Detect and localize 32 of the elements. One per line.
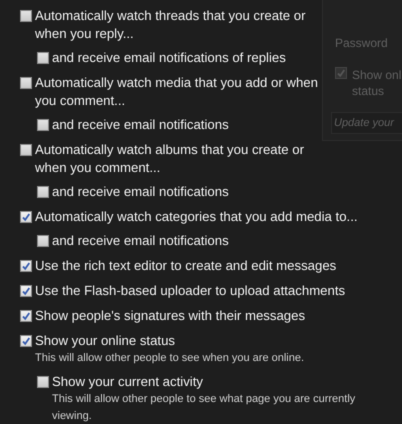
checkbox[interactable] bbox=[37, 376, 49, 388]
option-label: Use the Flash-based uploader to upload attachments bbox=[35, 282, 346, 300]
checkbox[interactable] bbox=[20, 10, 32, 22]
password-label: Password bbox=[335, 36, 388, 50]
option-label: Automatically watch albums that you create or when you comment... bbox=[35, 141, 306, 177]
checkbox[interactable] bbox=[20, 335, 32, 347]
checkbox[interactable] bbox=[20, 260, 32, 272]
option-label: Automatically watch categories that you add media to... bbox=[35, 208, 358, 226]
option-label: Use the rich text editor to create and edit messages bbox=[35, 257, 336, 275]
checkbox[interactable] bbox=[20, 144, 32, 156]
option-label: Automatically watch media that you add or when you comment... bbox=[35, 74, 319, 110]
checkbox[interactable] bbox=[20, 285, 32, 297]
input-field[interactable]: Update your bbox=[331, 112, 402, 134]
option-label: Automatically watch threads that you create or when you reply... bbox=[35, 7, 306, 43]
option-label: and receive email notifications bbox=[52, 183, 229, 201]
checkbox[interactable] bbox=[37, 235, 49, 247]
option-label: Show your online status bbox=[35, 332, 176, 350]
checkbox[interactable] bbox=[20, 211, 32, 223]
checkbox[interactable] bbox=[37, 186, 49, 198]
option-label: and receive email notifications of replies bbox=[52, 49, 286, 67]
hint-text: This will allow other people to see what page you are currently viewing. bbox=[51, 392, 356, 424]
option-label: and receive email notifications bbox=[52, 232, 229, 250]
checkbox-label: Show onl status bbox=[352, 67, 402, 99]
checkbox[interactable] bbox=[335, 67, 347, 79]
checkbox[interactable] bbox=[20, 310, 32, 322]
checkbox[interactable] bbox=[37, 119, 49, 131]
checkbox[interactable] bbox=[20, 77, 32, 89]
option-label: Show people's signatures with their messages bbox=[35, 307, 306, 325]
option-label: and receive email notifications bbox=[52, 116, 229, 134]
hint-text: This will allow other people to see when you are online. bbox=[34, 351, 306, 366]
option-label: Show your current activity bbox=[52, 373, 203, 391]
checkbox[interactable] bbox=[37, 52, 49, 64]
